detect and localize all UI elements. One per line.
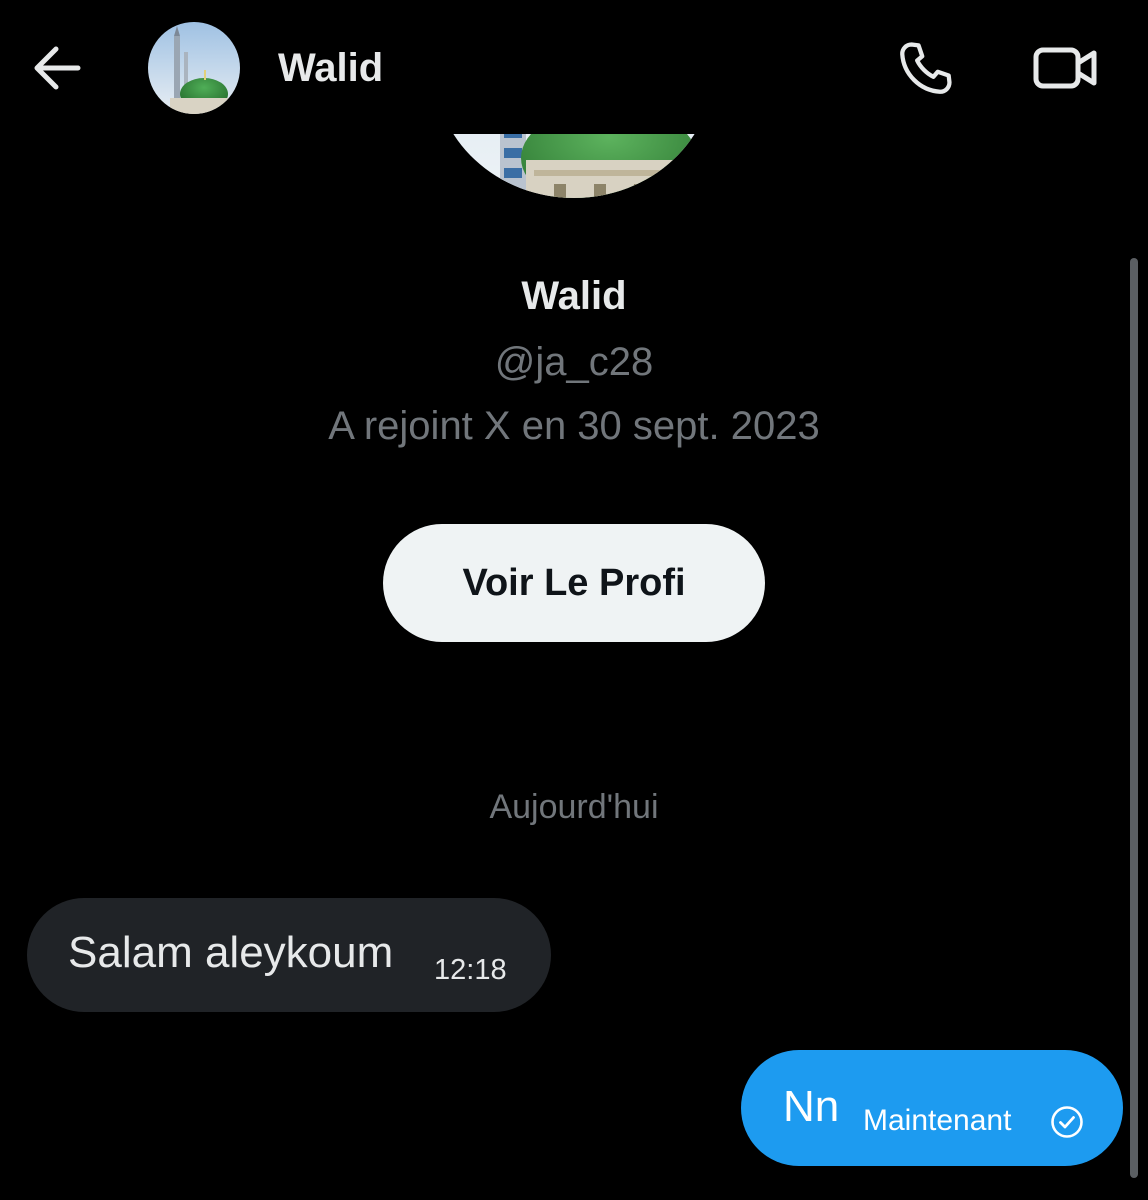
message-timestamp: 12:18 <box>434 954 507 986</box>
back-button[interactable] <box>26 36 90 100</box>
message-timestamp: Maintenant <box>863 1104 1012 1137</box>
date-divider: Aujourd'hui <box>489 788 659 826</box>
video-call-button[interactable] <box>1030 36 1102 100</box>
video-camera-icon <box>1033 47 1097 89</box>
avatar[interactable] <box>148 22 240 114</box>
read-check-icon <box>1050 1105 1084 1139</box>
audio-call-button[interactable] <box>894 36 958 100</box>
outgoing-message[interactable]: Nn Maintenant <box>741 1050 1123 1166</box>
phone-icon <box>900 42 952 94</box>
view-profile-button[interactable]: Voir Le Profi <box>383 524 765 642</box>
incoming-message[interactable]: Salam aleykoum 12:18 <box>27 898 551 1012</box>
profile-joined-date: A rejoint X en 30 sept. 2023 <box>328 404 820 448</box>
profile-handle: @ja_c28 <box>494 340 654 384</box>
message-text: Nn <box>783 1082 840 1131</box>
header-title: Walid <box>278 46 384 90</box>
mosque-picture <box>148 22 240 114</box>
message-text: Salam aleykoum <box>68 928 394 977</box>
conversation-header: Walid <box>0 0 1148 134</box>
profile-name: Walid <box>521 274 627 318</box>
arrow-left-icon <box>34 46 81 90</box>
view-profile-label: Voir Le Profi <box>462 561 686 604</box>
scrollbar[interactable] <box>1130 258 1138 1178</box>
